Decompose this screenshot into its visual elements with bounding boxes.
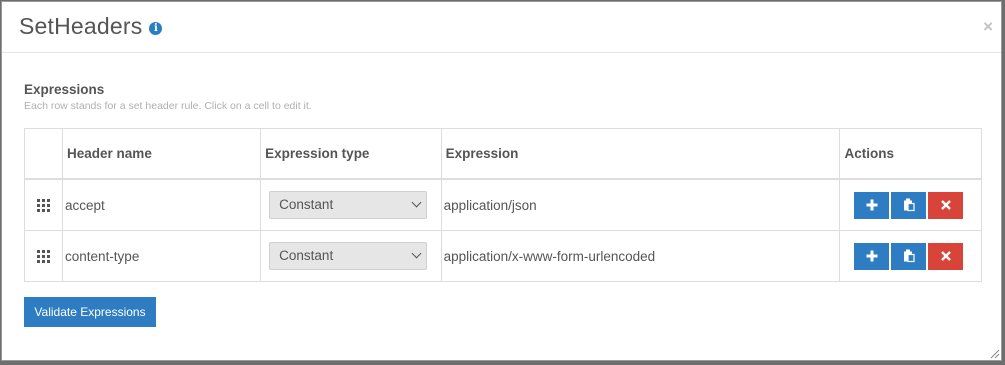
plus-icon bbox=[866, 199, 878, 211]
actions-cell bbox=[839, 230, 982, 282]
table-row: accept Constant application/json bbox=[23, 178, 982, 231]
expression-type-column: Expression type bbox=[260, 128, 442, 180]
plus-icon bbox=[866, 250, 878, 262]
info-icon[interactable]: i bbox=[149, 21, 163, 35]
section-title: Expressions bbox=[24, 82, 105, 97]
table-header-row: Header name Expression type Expression A… bbox=[23, 128, 982, 180]
expressions-table: Header name Expression type Expression A… bbox=[23, 128, 982, 282]
header-name-column: Header name bbox=[62, 128, 262, 180]
expression-type-value: Constant bbox=[279, 248, 334, 263]
drag-handle-icon[interactable] bbox=[37, 199, 51, 213]
expression-type-value: Constant bbox=[279, 197, 334, 212]
paste-row-button[interactable] bbox=[891, 242, 927, 270]
header-name-cell[interactable]: content-type bbox=[62, 230, 262, 282]
header-name-cell[interactable]: accept bbox=[62, 178, 262, 231]
dialog-body: Expressions Each row stands for a set he… bbox=[23, 82, 982, 327]
expression-type-select[interactable]: Constant bbox=[269, 242, 428, 270]
expression-type-select[interactable]: Constant bbox=[269, 191, 428, 219]
close-icon[interactable]: × bbox=[983, 17, 993, 37]
validate-expressions-button[interactable]: Validate Expressions bbox=[24, 297, 156, 327]
drag-column-header bbox=[23, 128, 64, 180]
chevron-down-icon bbox=[411, 197, 422, 208]
chevron-down-icon bbox=[411, 248, 422, 259]
clipboard-icon bbox=[903, 249, 915, 263]
actions-column: Actions bbox=[839, 128, 982, 180]
section-description: Each row stands for a set header rule. C… bbox=[24, 100, 312, 112]
resize-grip-icon[interactable] bbox=[990, 349, 1000, 359]
add-row-button[interactable] bbox=[854, 191, 890, 219]
delete-row-button[interactable] bbox=[928, 191, 964, 219]
actions-cell bbox=[839, 178, 982, 231]
close-icon bbox=[941, 200, 951, 210]
paste-row-button[interactable] bbox=[891, 191, 927, 219]
dialog-header: SetHeaders i × bbox=[2, 2, 1001, 53]
add-row-button[interactable] bbox=[854, 242, 890, 270]
drag-handle-icon[interactable] bbox=[37, 250, 51, 264]
expression-cell[interactable]: application/x-www-form-urlencoded bbox=[440, 230, 841, 282]
expression-type-cell: Constant bbox=[260, 178, 442, 231]
set-headers-dialog: SetHeaders i × Expressions Each row stan… bbox=[1, 1, 1002, 361]
dialog-title-text: SetHeaders bbox=[19, 13, 143, 39]
dialog-title: SetHeaders i bbox=[19, 13, 163, 40]
clipboard-icon bbox=[903, 198, 915, 212]
expression-cell[interactable]: application/json bbox=[440, 178, 841, 231]
close-icon bbox=[941, 251, 951, 261]
drag-handle-cell[interactable] bbox=[23, 178, 64, 231]
delete-row-button[interactable] bbox=[928, 242, 964, 270]
expression-type-cell: Constant bbox=[260, 230, 442, 282]
expression-column: Expression bbox=[440, 128, 841, 180]
drag-handle-cell[interactable] bbox=[23, 230, 64, 282]
table-row: content-type Constant application/x-www-… bbox=[23, 230, 982, 282]
